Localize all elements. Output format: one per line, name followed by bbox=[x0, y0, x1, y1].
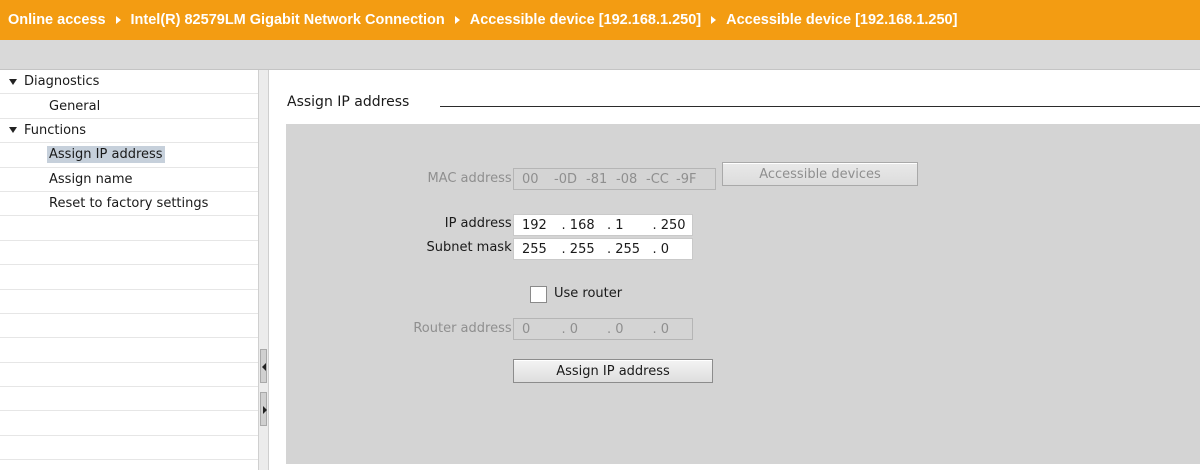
nav-item-general[interactable]: General bbox=[0, 94, 258, 119]
ip-address-label: IP address: bbox=[444, 216, 516, 231]
nav-item-label: Assign name bbox=[49, 171, 133, 187]
router-address-field: 0 . 0 . 0 . 0 bbox=[513, 318, 693, 340]
section-title: Assign IP address bbox=[287, 94, 410, 110]
nav-item-label: Functions bbox=[24, 122, 87, 138]
use-router-label[interactable]: Use router bbox=[554, 286, 622, 301]
chevron-right-icon bbox=[115, 16, 121, 24]
arrow-left-icon bbox=[262, 363, 266, 371]
ip-address-field[interactable]: 192 . 168 . 1 . 250 bbox=[513, 214, 693, 236]
nav-item-assign-name[interactable]: Assign name bbox=[0, 168, 258, 192]
use-router-checkbox[interactable] bbox=[530, 286, 547, 303]
breadcrumb-item-accessible-device-current[interactable]: Accessible device [192.168.1.250] bbox=[726, 12, 957, 28]
breadcrumb: Online access Intel(R) 82579LM Gigabit N… bbox=[0, 0, 1200, 40]
ip-octet[interactable]: . 168 bbox=[562, 218, 607, 233]
ip-octet[interactable]: 192 bbox=[522, 218, 562, 233]
expand-triangle-icon[interactable] bbox=[9, 127, 17, 134]
accessible-devices-button[interactable]: Accessible devices bbox=[722, 162, 918, 186]
assign-ip-address-button[interactable]: Assign IP address bbox=[513, 359, 713, 383]
nav-empty-row bbox=[0, 411, 258, 436]
ip-octet[interactable]: . 1 bbox=[607, 218, 652, 233]
subnet-mask-label: Subnet mask: bbox=[426, 240, 516, 255]
subnet-mask-field[interactable]: 255 . 255 . 255 . 0 bbox=[513, 238, 693, 260]
arrow-right-icon bbox=[263, 406, 267, 414]
breadcrumb-item-online-access[interactable]: Online access bbox=[8, 12, 106, 28]
subnet-octet[interactable]: . 0 bbox=[652, 242, 692, 257]
nav-empty-row bbox=[0, 387, 258, 412]
mac-octet: -CC bbox=[646, 171, 669, 187]
nav-item-reset-factory-settings[interactable]: Reset to factory settings bbox=[0, 192, 258, 217]
router-octet: . 0 bbox=[652, 321, 670, 337]
subnet-octet[interactable]: . 255 bbox=[607, 242, 652, 257]
mac-address-field: 00 -0D -81 -08 -CC -9F bbox=[513, 168, 716, 190]
router-address-label: Router address: bbox=[413, 321, 516, 336]
expand-right-button[interactable] bbox=[260, 392, 267, 426]
chevron-right-icon bbox=[454, 16, 460, 24]
nav-empty-row bbox=[0, 314, 258, 339]
mac-octet: -81 bbox=[586, 171, 608, 187]
nav-empty-row bbox=[0, 338, 258, 363]
router-octet: . 0 bbox=[607, 321, 624, 337]
ip-octet[interactable]: . 250 bbox=[652, 218, 692, 233]
mac-address-label: MAC address: bbox=[427, 171, 516, 186]
pane-splitter[interactable] bbox=[258, 70, 269, 470]
nav-empty-row bbox=[0, 363, 258, 388]
mac-octet: -0D bbox=[554, 171, 577, 187]
mac-octet: 00 bbox=[522, 171, 539, 187]
nav-empty-row bbox=[0, 265, 258, 290]
mac-octet: -08 bbox=[616, 171, 638, 187]
breadcrumb-item-network-connection[interactable]: Intel(R) 82579LM Gigabit Network Connect… bbox=[131, 12, 445, 28]
collapse-left-button[interactable] bbox=[260, 349, 267, 383]
nav-item-assign-ip-address[interactable]: Assign IP address bbox=[0, 143, 258, 168]
subnet-octet[interactable]: 255 bbox=[522, 242, 562, 257]
expand-triangle-icon[interactable] bbox=[9, 78, 17, 85]
nav-item-functions[interactable]: Functions bbox=[0, 119, 258, 144]
assign-ip-panel: MAC address: 00 -0D -81 -08 -CC -9F Acce… bbox=[286, 124, 1200, 464]
toolbar bbox=[0, 40, 1200, 70]
nav-item-label: Assign IP address bbox=[47, 146, 165, 164]
nav-item-label: Reset to factory settings bbox=[49, 196, 209, 212]
breadcrumb-item-accessible-device[interactable]: Accessible device [192.168.1.250] bbox=[470, 12, 701, 28]
main-content: Assign IP address MAC address: 00 -0D -8… bbox=[269, 70, 1200, 470]
nav-empty-row bbox=[0, 241, 258, 266]
nav-item-label: Diagnostics bbox=[24, 74, 100, 90]
nav-item-diagnostics[interactable]: Diagnostics bbox=[0, 70, 258, 95]
nav-empty-row bbox=[0, 290, 258, 314]
subnet-octet[interactable]: . 255 bbox=[562, 242, 607, 257]
navigation-tree: Diagnostics General Functions Assign IP … bbox=[0, 70, 258, 470]
router-octet: 0 bbox=[522, 321, 531, 337]
nav-empty-row bbox=[0, 216, 258, 241]
router-octet: . 0 bbox=[561, 321, 579, 337]
mac-octet: -9F bbox=[676, 171, 697, 187]
nav-item-label: General bbox=[49, 98, 101, 114]
chevron-right-icon bbox=[711, 16, 717, 24]
nav-empty-row bbox=[0, 436, 258, 461]
section-divider bbox=[440, 106, 1200, 107]
